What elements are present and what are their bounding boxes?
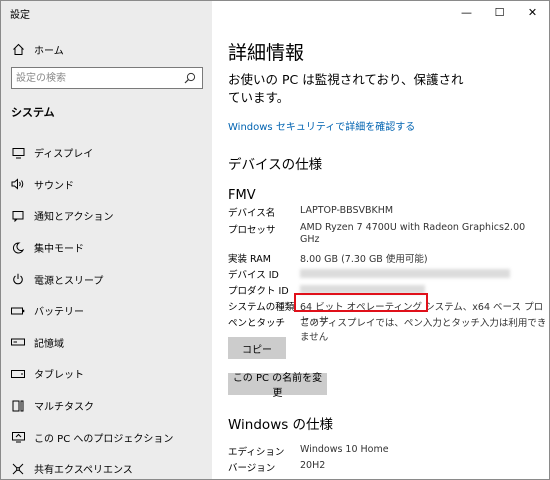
windows-specs-heading: Windows の仕様 [228, 417, 334, 433]
nav-home[interactable]: ホーム [1, 37, 212, 61]
display-icon [11, 146, 25, 160]
search-box[interactable] [11, 67, 203, 89]
rename-pc-button[interactable]: この PC の名前を変更 [228, 373, 327, 399]
minimize-button[interactable]: — [450, 1, 483, 23]
main-content: — ☐ ✕ 詳細情報 お使いの PC は監視されており、保護されています。 Wi… [212, 1, 549, 479]
nav-list: ディスプレイ サウンド 通知とアクション 集中モード 電源とスリープ バッテリー… [1, 137, 212, 479]
processor-value: AMD Ryzen 7 4700U with Radeon Graphics [300, 222, 504, 233]
search-input[interactable] [16, 70, 176, 86]
sidebar-item-label: タブレット [34, 370, 84, 382]
red-highlight-box [294, 293, 428, 312]
processor-speed: 2.00 [504, 222, 526, 233]
sidebar-item-label: サウンド [34, 180, 74, 192]
sidebar-item-storage[interactable]: 記憶域 [1, 327, 212, 359]
settings-window: 設定 ホーム システム ディスプレイ [0, 0, 550, 480]
sound-icon [11, 177, 25, 191]
version-label: バージョン [228, 463, 276, 474]
sidebar-item-label: マルチタスク [34, 402, 94, 414]
window-controls: — ☐ ✕ [450, 1, 549, 23]
sidebar-item-multitasking[interactable]: マルチタスク [1, 390, 212, 422]
maximize-button[interactable]: ☐ [483, 1, 516, 23]
product-id-label: プロダクト ID [228, 286, 289, 297]
tablet-icon [11, 367, 25, 381]
processor-unit: GHz [300, 234, 320, 245]
sidebar-item-label: この PC へのプロジェクション [34, 433, 174, 445]
shared-icon [11, 462, 25, 476]
sidebar-item-display[interactable]: ディスプレイ [1, 137, 212, 169]
multitask-icon [11, 399, 25, 413]
security-details-link[interactable]: Windows セキュリティで詳細を確認する [228, 118, 415, 133]
sidebar-item-power[interactable]: 電源とスリープ [1, 263, 212, 295]
sidebar-item-label: 集中モード [34, 244, 84, 256]
edition-label: エディション [228, 447, 285, 458]
pen-touch-label: ペンとタッチ [228, 318, 286, 329]
battery-icon [11, 304, 25, 318]
projection-icon [11, 430, 25, 444]
protection-status-text: お使いの PC は監視されており、保護されています。 [228, 72, 464, 105]
sidebar-item-projection[interactable]: この PC へのプロジェクション [1, 421, 212, 453]
sidebar-item-sound[interactable]: サウンド [1, 169, 212, 201]
sidebar-item-notifications[interactable]: 通知とアクション [1, 200, 212, 232]
notification-icon [11, 209, 25, 223]
copy-button[interactable]: コピー [228, 337, 286, 359]
search-icon[interactable] [184, 72, 196, 87]
sidebar-item-label: ディスプレイ [34, 149, 94, 161]
pen-touch-value: このディスプレイでは、ペン入力とタッチ入力は利用できません [300, 318, 547, 343]
brand-label: FMV [228, 188, 256, 203]
power-icon [11, 272, 25, 286]
focus-moon-icon [11, 241, 25, 255]
home-icon [11, 42, 25, 56]
storage-icon [11, 335, 25, 349]
home-label: ホーム [34, 45, 64, 57]
sidebar-item-tablet[interactable]: タブレット [1, 358, 212, 390]
sidebar-item-battery[interactable]: バッテリー [1, 295, 212, 327]
sidebar-item-label: 共有エクスペリエンス [34, 465, 133, 477]
edition-value: Windows 10 Home [300, 444, 389, 455]
section-label-system: システム [11, 106, 55, 119]
device-specs-heading: デバイスの仕様 [228, 157, 323, 173]
close-button[interactable]: ✕ [516, 1, 549, 23]
device-id-label: デバイス ID [228, 270, 279, 281]
page-title: 詳細情報 [228, 42, 305, 64]
sidebar-item-label: 通知とアクション [34, 212, 114, 224]
sidebar-item-label: 記憶域 [34, 338, 64, 350]
sidebar-item-label: 電源とスリープ [34, 275, 104, 287]
device-id-redacted [300, 269, 510, 278]
sidebar-item-shared-experiences[interactable]: 共有エクスペリエンス [1, 453, 212, 479]
ram-label: 実装 RAM [228, 254, 271, 265]
device-name-label: デバイス名 [228, 208, 276, 219]
sidebar-item-label: バッテリー [34, 307, 84, 319]
ram-value: 8.00 GB (7.30 GB 使用可能) [300, 254, 428, 265]
app-title: 設定 [10, 10, 30, 21]
system-type-label: システムの種類 [228, 302, 295, 313]
sidebar: 設定 ホーム システム ディスプレイ [1, 1, 212, 479]
processor-label: プロセッサ [228, 225, 276, 236]
version-value: 20H2 [300, 460, 326, 471]
device-name-value: LAPTOP-BBSVBKHM [300, 205, 394, 216]
sidebar-item-focus[interactable]: 集中モード [1, 232, 212, 264]
